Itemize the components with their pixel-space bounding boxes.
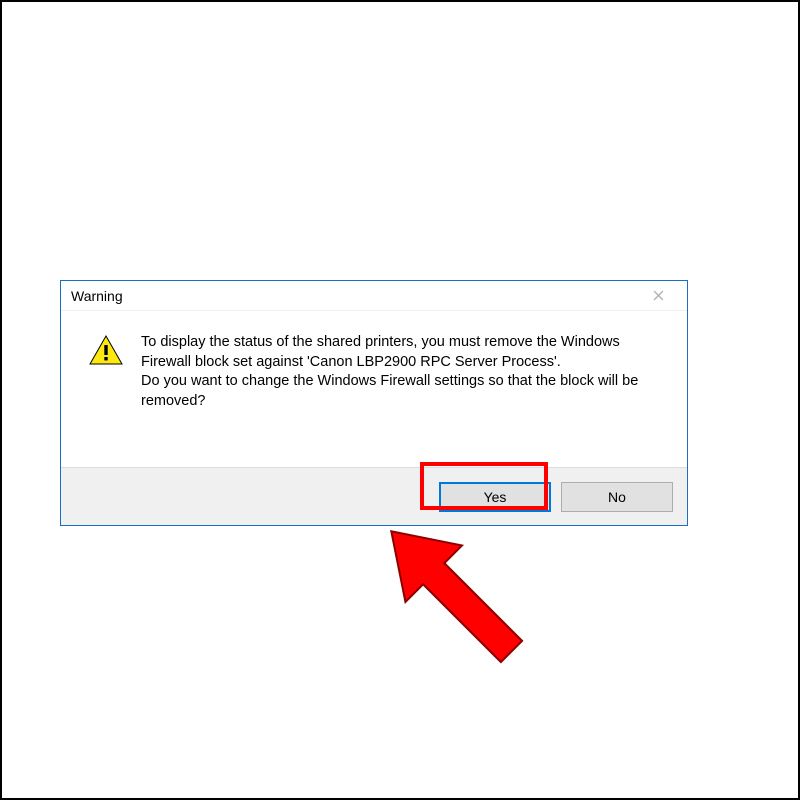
dialog-body: To display the status of the shared prin… [61,311,687,467]
dialog-button-row: Yes No [61,467,687,525]
dialog-titlebar: Warning [61,281,687,311]
no-button[interactable]: No [561,482,673,512]
yes-button[interactable]: Yes [439,482,551,512]
dialog-message: To display the status of the shared prin… [133,333,665,457]
warning-icon-wrap [89,333,133,457]
warning-icon [89,335,133,365]
dialog-title: Warning [71,288,123,304]
warning-dialog: Warning To display the status of the sha… [60,280,688,526]
close-button[interactable] [639,285,677,307]
